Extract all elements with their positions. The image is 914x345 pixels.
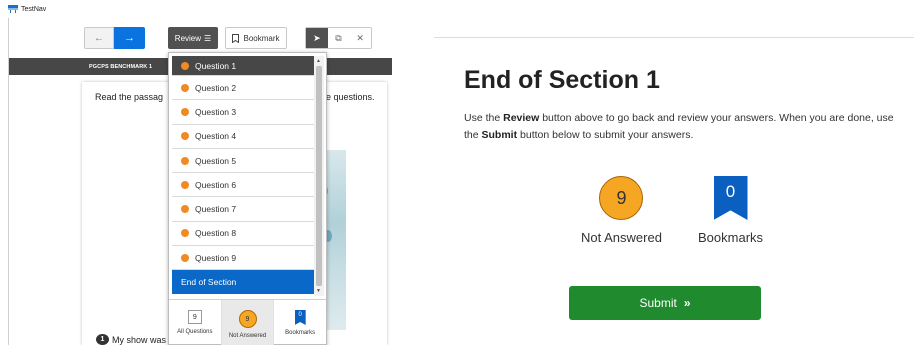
question-label: Question 8	[195, 228, 237, 239]
previous-button[interactable]: ←	[84, 27, 114, 49]
divider	[434, 37, 914, 38]
question-item[interactable]: Question 7	[172, 197, 314, 222]
end-of-section-page: End of Section 1 Use the Review button a…	[434, 0, 914, 345]
bookmark-count-icon: 0	[294, 310, 306, 325]
scrollbar-thumb[interactable]	[316, 66, 322, 286]
not-answered-dot-icon	[181, 253, 189, 262]
filter-label: All Questions	[177, 329, 213, 335]
question-list-scrollbar[interactable]: ▲ ▼	[314, 56, 324, 296]
review-label: Review	[174, 33, 202, 43]
arrow-left-icon: ←	[94, 32, 104, 44]
submit-button[interactable]: Submit »	[569, 286, 761, 320]
bookmarks-label: Bookmarks	[698, 230, 764, 245]
next-button[interactable]: →	[114, 27, 145, 49]
question-list: Question 1 Question 2 Question 3 Questio…	[172, 56, 314, 295]
question-label: Question 1	[195, 60, 237, 71]
question-item[interactable]: Question 2	[172, 76, 314, 101]
close-icon: ✕	[356, 32, 364, 43]
filter-label: Not Answered	[228, 333, 267, 339]
review-dropdown: Question 1 Question 2 Question 3 Questio…	[168, 52, 327, 345]
double-chevron-right-icon: »	[683, 296, 691, 310]
close-tool-button[interactable]: ✕	[349, 28, 371, 48]
bookmark-ribbon-icon: 0	[713, 176, 748, 220]
question-item[interactable]: Question 6	[172, 173, 314, 198]
app-title: TestNav	[21, 5, 47, 13]
not-answered-dot-icon	[181, 180, 189, 189]
instruction-submit-keyword: Submit	[481, 129, 518, 141]
question-label: Question 2	[195, 82, 237, 93]
submit-label: Submit	[639, 296, 677, 310]
question-label: Question 3	[195, 106, 237, 117]
question-label: Question 9	[195, 252, 237, 263]
instruction-text: Use the	[464, 112, 504, 124]
tool-group: ➤ ⧉ ✕	[305, 27, 372, 49]
question-label: Question 5	[195, 155, 237, 166]
question-item[interactable]: Question 9	[172, 246, 314, 271]
end-of-section-label: End of Section	[181, 277, 237, 288]
testnav-app-icon	[8, 5, 18, 13]
passage-instruction-right: e questions.	[326, 92, 375, 102]
page-title: End of Section 1	[464, 66, 660, 94]
not-answered-label: Not Answered	[581, 230, 662, 245]
question-label: Question 4	[195, 131, 237, 142]
instruction-review-keyword: Review	[503, 112, 540, 124]
passage-instruction-left: Read the passag	[95, 92, 164, 102]
pointer-tool-button[interactable]: ➤	[306, 28, 328, 48]
not-answered-dot-icon	[181, 229, 189, 238]
bookmark-button[interactable]: Bookmark	[225, 27, 287, 49]
window-icon: ⧉	[335, 32, 342, 43]
arrow-right-icon: →	[124, 32, 135, 44]
question-item[interactable]: Question 5	[172, 149, 314, 174]
window-titlebar: TestNav	[0, 0, 392, 18]
testnav-window: TestNav ← → Review ☰ Bookmark ➤ ⧉ ✕ PGCP…	[0, 0, 392, 345]
bookmark-label: Bookmark	[243, 33, 280, 43]
filter-all-questions[interactable]: 9 All Questions	[169, 300, 222, 345]
scroll-up-icon: ▲	[316, 58, 321, 64]
not-answered-dot-icon	[181, 156, 189, 165]
not-answered-count-badge: 9	[599, 176, 644, 220]
not-answered-dot-icon	[181, 205, 189, 214]
instruction-text: button below to submit your answers.	[517, 129, 694, 141]
screenshot-root: TestNav ← → Review ☰ Bookmark ➤ ⧉ ✕ PGCP…	[0, 0, 914, 345]
list-icon: ☰	[204, 33, 212, 43]
filter-label: Bookmarks	[285, 330, 316, 336]
pointer-icon: ➤	[313, 32, 321, 43]
question-item[interactable]: Question 8	[172, 222, 314, 247]
question-item[interactable]: Question 4	[172, 125, 314, 149]
question-item[interactable]: Question 1	[172, 56, 314, 76]
filter-bookmarks[interactable]: 0 Bookmarks	[274, 300, 326, 345]
scroll-down-icon: ▼	[316, 288, 321, 294]
not-answered-dot-icon	[181, 83, 189, 92]
not-answered-dot-icon	[181, 107, 189, 116]
filter-not-answered[interactable]: 9 Not Answered	[221, 300, 275, 345]
paragraph-text: My show was	[112, 334, 167, 345]
not-answered-stat: 9 Not Answered	[581, 176, 662, 245]
section-title: PGCPS BENCHMARK 1	[89, 63, 153, 70]
window-tool-button[interactable]: ⧉	[328, 28, 350, 48]
bookmarks-stat: 0 Bookmarks	[698, 176, 763, 245]
review-filters: 9 All Questions 9 Not Answered 0 Bookmar…	[169, 299, 326, 345]
all-questions-count: 9	[187, 310, 202, 324]
instructions: Use the Review button above to go back a…	[464, 110, 894, 144]
question-label: Question 6	[195, 179, 237, 190]
numbered-paragraph: 1 My show was	[96, 334, 166, 345]
not-answered-count: 9	[238, 310, 257, 328]
end-of-section-item[interactable]: End of Section	[172, 270, 314, 295]
bookmark-outline-icon	[232, 33, 240, 43]
question-label: Question 7	[195, 204, 237, 215]
paragraph-number: 1	[96, 334, 109, 345]
review-button[interactable]: Review ☰	[168, 27, 218, 49]
question-item[interactable]: Question 3	[172, 100, 314, 125]
not-answered-dot-icon	[181, 61, 189, 70]
not-answered-dot-icon	[181, 132, 189, 141]
